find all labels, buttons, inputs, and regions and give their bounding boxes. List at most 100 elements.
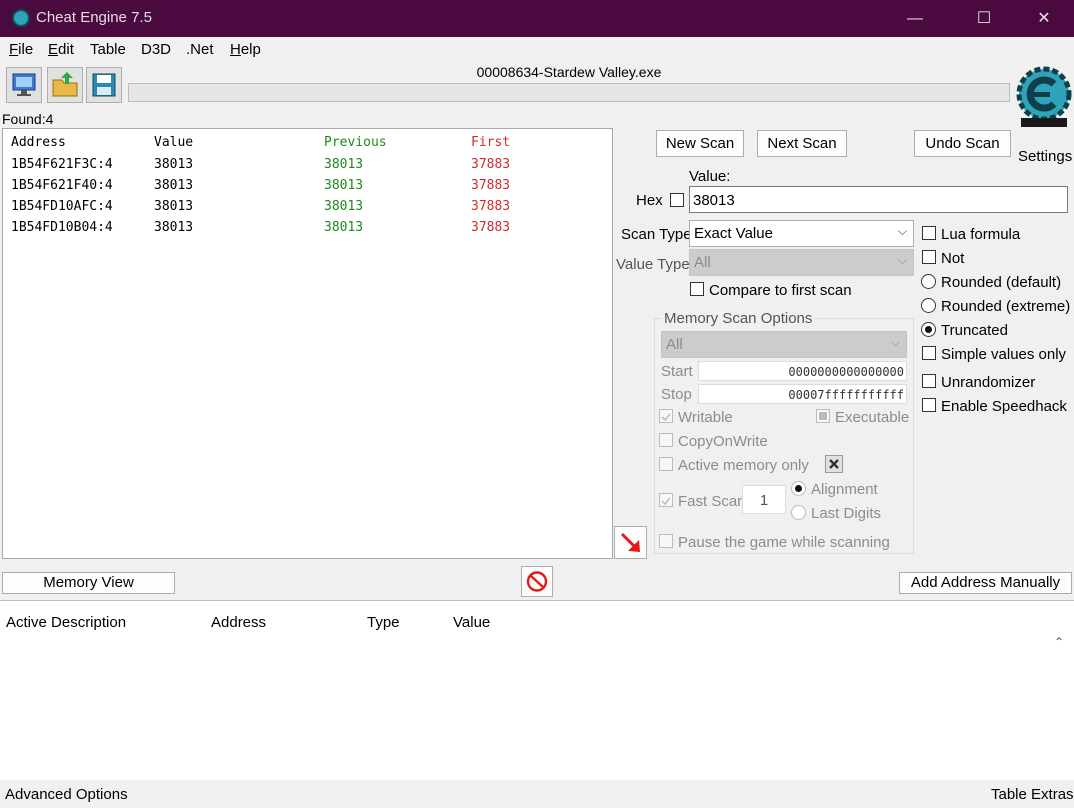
truncated-label: Truncated [941,322,1008,339]
not-checkbox[interactable] [922,250,936,264]
scan-type-value: Exact Value [694,225,773,242]
menu-bar: File Edit Table D3D .Net Help [0,37,1074,63]
pause-game-label: Pause the game while scanning [678,534,890,551]
indeterminate-icon [819,412,827,420]
compare-first-checkbox[interactable] [690,282,704,296]
row-first: 37883 [471,178,511,193]
memory-region-value: All [666,336,683,353]
next-scan-button[interactable]: Next Scan [757,130,847,157]
lua-formula-label: Lua formula [941,226,1021,243]
advanced-options-link[interactable]: Advanced Options [5,786,128,803]
menu-edit[interactable]: Edit [48,41,74,58]
truncated-radio[interactable] [921,322,936,337]
fast-scan-label: Fast Scan [678,493,746,510]
open-file-button[interactable] [47,67,83,103]
row-value: 38013 [154,178,194,193]
row-first: 37883 [471,220,511,235]
header-value[interactable]: Value [453,614,490,631]
results-header-address[interactable]: Address [11,135,66,150]
memory-view-button[interactable]: Memory View [2,572,175,594]
row-previous: 38013 [324,199,364,214]
row-value: 38013 [154,220,194,235]
address-table[interactable]: Active Description Address Type Value ⌃ [0,600,1074,780]
row-value: 38013 [154,199,194,214]
clear-list-button[interactable] [521,566,553,597]
no-entry-icon [526,571,548,592]
row-address: 1B54FD10B04:4 [11,220,113,235]
pause-game-checkbox[interactable] [659,534,673,548]
menu-file[interactable]: File [9,41,33,58]
checkmark-icon [661,413,671,422]
row-address: 1B54FD10AFC:4 [11,199,113,214]
table-row[interactable]: 1B54FD10AFC:4 38013 38013 37883 [3,199,612,219]
executable-checkbox[interactable] [816,409,830,423]
cheat-engine-logo-icon[interactable] [1015,64,1073,132]
table-row[interactable]: 1B54FD10B04:4 38013 38013 37883 [3,220,612,240]
header-type[interactable]: Type [367,614,400,631]
value-input[interactable]: 38013 [689,186,1068,213]
active-memory-checkbox[interactable] [659,457,673,471]
fast-scan-alignment-input[interactable]: 1 [742,485,786,514]
open-folder-icon [52,72,78,97]
alignment-radio[interactable] [791,481,806,496]
simple-values-label: Simple values only [941,346,1067,363]
rounded-default-radio[interactable] [921,274,936,289]
scan-results-list[interactable]: Address Value Previous First 1B54F621F3C… [2,128,613,559]
open-process-button[interactable] [6,67,42,103]
add-address-manually-button[interactable]: Add Address Manually [899,572,1072,594]
copy-on-write-checkbox[interactable] [659,433,673,447]
menu-table[interactable]: Table [90,41,126,58]
results-header-previous[interactable]: Previous [324,135,387,150]
results-header-first[interactable]: First [471,135,510,150]
last-digits-radio[interactable] [791,505,806,520]
menu-net[interactable]: .Net [186,41,214,58]
scan-type-select[interactable]: Exact Value ⌵ [689,220,914,247]
value-type-label: Value Type [616,256,690,273]
writable-checkbox[interactable] [659,409,673,423]
stop-address-input[interactable]: 00007fffffffffff [698,384,907,404]
maximize-button[interactable]: ☐ [961,0,1007,37]
compare-first-label: Compare to first scan [709,282,852,299]
undo-scan-button[interactable]: Undo Scan [914,130,1011,157]
row-previous: 38013 [324,178,364,193]
close-button[interactable]: ✕ [1021,0,1067,37]
row-value: 38013 [154,157,194,172]
new-scan-button[interactable]: New Scan [656,130,744,157]
menu-d3d[interactable]: D3D [141,41,171,58]
red-arrow-icon [620,532,640,552]
fast-scan-checkbox[interactable] [659,493,673,507]
row-previous: 38013 [324,220,364,235]
not-label: Not [941,250,965,267]
header-address[interactable]: Address [211,614,266,631]
title-bar: Cheat Engine 7.5 — ☐ ✕ [0,0,1074,37]
results-header-value[interactable]: Value [154,135,193,150]
table-row[interactable]: 1B54F621F40:4 38013 38013 37883 [3,178,612,198]
active-memory-toggle[interactable] [825,455,843,473]
value-label: Value: [689,168,731,185]
table-row[interactable]: 1B54F621F3C:4 38013 38013 37883 [3,157,612,177]
start-address-input[interactable]: 0000000000000000 [698,361,907,381]
table-extras-link[interactable]: Table Extras [991,786,1074,803]
header-active-description[interactable]: Active Description [6,614,126,631]
scroll-up-icon[interactable]: ⌃ [1054,635,1064,649]
unrandomizer-checkbox[interactable] [922,374,936,388]
settings-link[interactable]: Settings [1018,148,1072,165]
hex-checkbox[interactable] [670,193,684,207]
add-selected-to-list-button[interactable] [614,526,647,559]
start-label: Start [661,363,693,380]
minimize-button[interactable]: — [892,0,938,37]
scan-type-label: Scan Type [621,226,692,243]
row-address: 1B54F621F3C:4 [11,157,113,172]
save-button[interactable] [86,67,122,103]
memory-region-select[interactable]: All ⌵ [661,331,907,358]
hex-label: Hex [636,192,663,209]
value-type-select[interactable]: All ⌵ [689,249,914,276]
speedhack-checkbox[interactable] [922,398,936,412]
menu-help[interactable]: Help [230,41,261,58]
simple-values-checkbox[interactable] [922,346,936,360]
rounded-extreme-radio[interactable] [921,298,936,313]
lua-formula-checkbox[interactable] [922,226,936,240]
computer-icon [12,73,36,96]
last-digits-label: Last Digits [811,505,882,522]
row-first: 37883 [471,199,511,214]
